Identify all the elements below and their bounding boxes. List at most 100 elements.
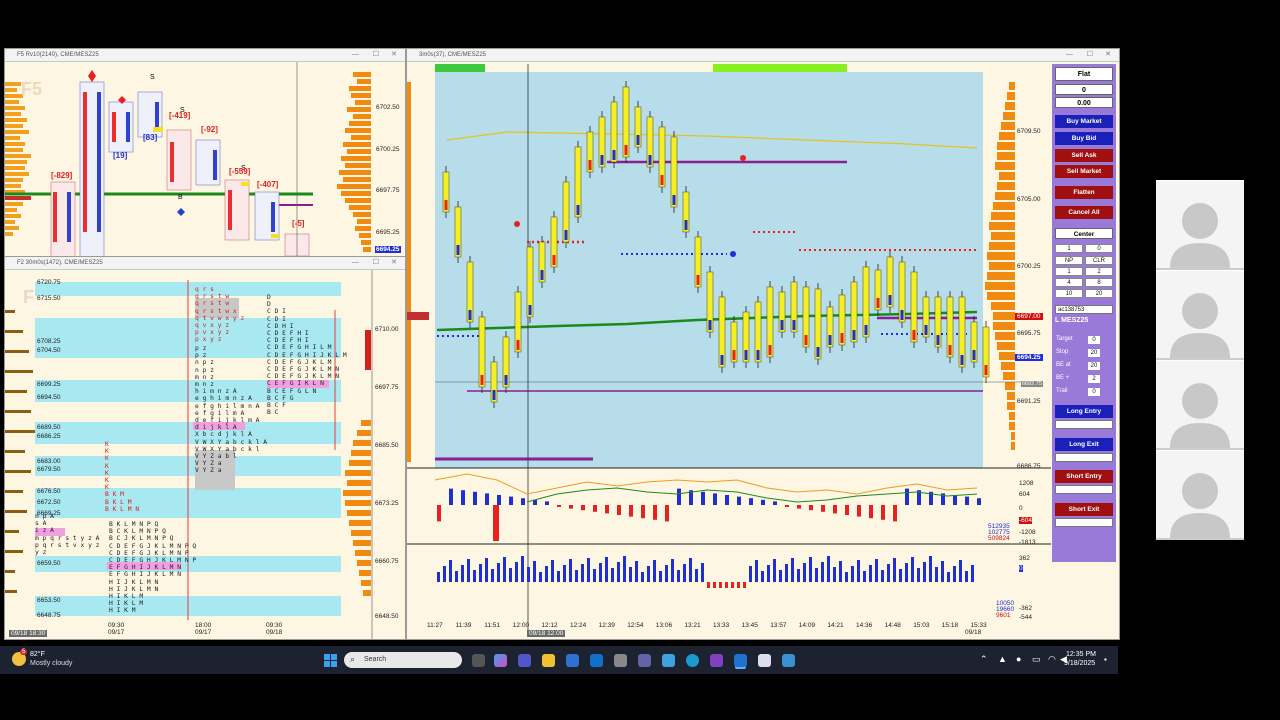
start-icon[interactable] [324, 654, 337, 667]
maximize-icon[interactable]: ☐ [1087, 49, 1093, 61]
qty-20-button[interactable]: 20 [1085, 289, 1113, 298]
flatten-button[interactable]: Flatten [1055, 186, 1113, 199]
volume-bar [719, 582, 722, 588]
volume-bar [539, 572, 542, 582]
clock-time[interactable]: 12:35 PM [1066, 651, 1096, 658]
f2-watermark: F [23, 287, 34, 307]
account-select[interactable]: ac138753 [1055, 305, 1113, 314]
close-icon[interactable]: ✕ [391, 257, 397, 269]
tpo-profile: KKKKKKKB K MB K L MB K L M N [105, 441, 140, 513]
ind2-scale: -362 [1019, 605, 1033, 612]
price-tick: 6704.50 [37, 347, 61, 354]
be-plus-input[interactable]: 2 [1088, 375, 1100, 383]
network-icon[interactable]: ▲ [998, 654, 1007, 664]
copilot-icon[interactable] [494, 654, 507, 667]
minimize-icon[interactable]: — [352, 49, 359, 61]
long-exit-select[interactable] [1055, 453, 1113, 462]
qty-4-button[interactable]: 4 [1055, 278, 1083, 287]
clock-date[interactable]: 9/18/2025 [1064, 660, 1095, 667]
position-qty: 0 [1055, 84, 1113, 95]
candle-marker [876, 298, 880, 308]
cancel-all-button[interactable]: Cancel All [1055, 206, 1113, 219]
settings-icon[interactable] [614, 654, 627, 667]
long-entry-select[interactable] [1055, 420, 1113, 429]
window-app-icon[interactable] [758, 654, 771, 667]
qty-8-button[interactable]: 8 [1085, 278, 1113, 287]
buy-bid-button[interactable]: Buy Bid [1055, 132, 1113, 145]
file-explorer-icon[interactable] [542, 654, 555, 667]
notification-icon[interactable]: ▪ [1104, 655, 1107, 664]
maximize-icon[interactable]: ☐ [373, 49, 379, 61]
candle-marker [852, 330, 856, 340]
window-title: F2 30m0s(1472), CME/MESZ25 [17, 260, 103, 266]
price-tick: 6700.25 [1017, 263, 1041, 270]
short-entry-button[interactable]: Short Entry [1055, 470, 1113, 483]
time-tick: 14:36 [856, 622, 873, 629]
outlook-icon[interactable] [590, 654, 603, 667]
candle-marker [444, 200, 448, 210]
trail-input[interactable]: 0 [1088, 388, 1100, 396]
sell-ask-button[interactable]: Sell Ask [1055, 149, 1113, 162]
maximize-icon[interactable]: ☐ [373, 257, 379, 269]
microphone-icon[interactable]: ● [1016, 654, 1021, 664]
volume-bar [731, 582, 734, 588]
minimize-icon[interactable]: — [352, 257, 359, 269]
qty-1-button[interactable]: 1 [1055, 267, 1083, 276]
buy-market-button[interactable]: Buy Market [1055, 115, 1113, 128]
volume-bar [617, 562, 620, 582]
visual-studio-icon[interactable] [710, 654, 723, 667]
volume-bar [749, 566, 752, 582]
candle-marker [576, 205, 580, 215]
qty-2-button[interactable]: 2 [1085, 267, 1113, 276]
sell-market-button[interactable]: Sell Market [1055, 165, 1113, 178]
trading-app-icon[interactable] [734, 654, 747, 667]
teams-icon[interactable] [518, 654, 531, 667]
display-icon[interactable]: ▭ [1032, 654, 1041, 665]
ind2-value: 9601 [996, 612, 1011, 619]
stop-input[interactable]: 20 [1088, 349, 1100, 357]
volume-bar [473, 570, 476, 582]
delta-bar [701, 491, 705, 505]
f5-chart[interactable]: S S B S [5, 62, 405, 259]
delta-bar [629, 505, 633, 517]
qty-input[interactable]: 1 [1055, 244, 1083, 253]
close-icon[interactable]: ✕ [1105, 49, 1111, 61]
delta-bar [497, 495, 501, 505]
long-exit-button[interactable]: Long Exit [1055, 438, 1113, 451]
price-chart[interactable] [407, 62, 1119, 639]
volume-bar [773, 559, 776, 582]
be-at-input[interactable]: 20 [1088, 362, 1100, 370]
teams-alt-icon[interactable] [638, 654, 651, 667]
qty-10-button[interactable]: 10 [1055, 289, 1083, 298]
volume-bar [497, 563, 500, 582]
short-exit-select[interactable] [1055, 518, 1113, 527]
f5-titlebar[interactable]: F5 Rv10(2140), CME/MESZ25 — ☐ ✕ [5, 49, 405, 62]
minimize-icon[interactable]: — [1066, 49, 1073, 61]
price-tick: 6695.75 [1017, 330, 1041, 337]
chevron-up-icon[interactable]: ⌃ [980, 654, 988, 665]
delta-bar [725, 495, 729, 505]
short-entry-select[interactable] [1055, 485, 1113, 494]
short-exit-button[interactable]: Short Exit [1055, 503, 1113, 516]
wifi-icon[interactable]: ◠ [1048, 654, 1056, 665]
store-icon[interactable] [566, 654, 579, 667]
candle-marker [924, 325, 928, 335]
candle-marker [612, 150, 616, 160]
main-titlebar[interactable]: 3m0s(37), CME/MESZ25 — ☐ ✕ [407, 49, 1119, 62]
close-icon[interactable]: ✕ [391, 49, 397, 61]
taskbar-search[interactable]: ⌕ Search [344, 652, 462, 668]
price-tick: 6689.50 [37, 424, 61, 431]
long-entry-button[interactable]: Long Entry [1055, 405, 1113, 418]
f2-titlebar[interactable]: F2 30m0s(1472), CME/MESZ25 — ☐ ✕ [5, 257, 405, 270]
qty-clr-button[interactable]: CLR [1085, 256, 1113, 265]
target-input[interactable]: 0 [1088, 336, 1100, 344]
photos-icon[interactable] [662, 654, 675, 667]
remote-app-icon[interactable] [782, 654, 795, 667]
edge-icon[interactable] [686, 654, 699, 667]
volume-bar [971, 565, 974, 582]
qty-np-button[interactable]: NP [1055, 256, 1083, 265]
price-tick: 6653.50 [37, 597, 61, 604]
tpo-profile: p zp zn p zn p zm n zm n zh i m n z Ae g… [195, 345, 268, 475]
center-button[interactable]: Center [1055, 228, 1113, 239]
task-view-icon[interactable] [472, 654, 485, 667]
